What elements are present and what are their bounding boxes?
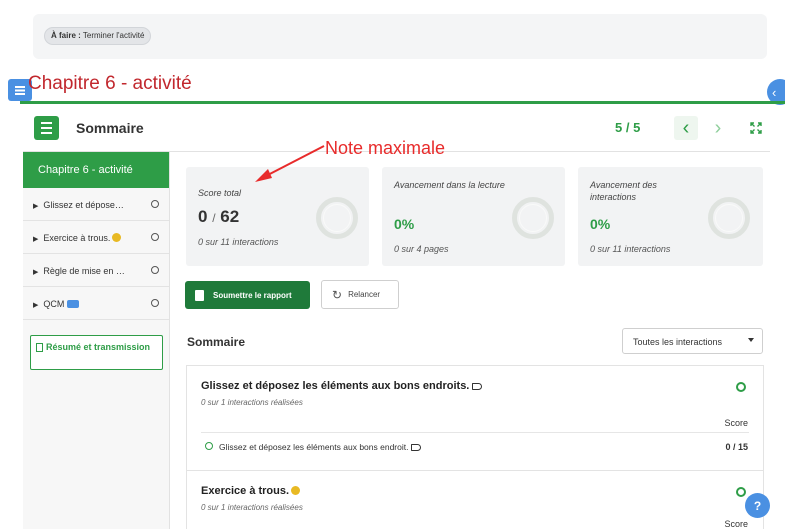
interaction-filter-select[interactable]: Toutes les interactions: [622, 328, 763, 354]
chevron-left-icon: ‹: [772, 84, 777, 100]
caret-right-icon: ▶: [33, 203, 39, 210]
page-counter: 5 / 5: [615, 120, 641, 135]
resume-button[interactable]: Résumé et transmission: [30, 335, 163, 370]
status-circle-icon: [205, 442, 213, 450]
chevron-left-icon: ‹: [682, 116, 690, 139]
document-icon: [36, 343, 43, 352]
menu-button[interactable]: [34, 116, 59, 140]
list-icon: [15, 85, 25, 95]
sidebar-item-label: QCM: [43, 299, 65, 309]
section-title[interactable]: Exercice à trous.: [201, 485, 301, 497]
next-page-button[interactable]: ›: [706, 116, 730, 140]
section-sub: 0 sur 1 interactions réalisées: [201, 503, 303, 512]
sidebar-item-exercice[interactable]: ▶ Exercice à trous.: [23, 221, 169, 254]
score-value: 0 / 62: [198, 207, 240, 226]
speaker-icon: [411, 444, 422, 451]
todo-pill: À faire : Terminer l'activité: [44, 27, 152, 45]
interaction-progress-card: Avancement des interactions 0% 0 sur 11 …: [578, 167, 763, 266]
sidebar-item-regle[interactable]: ▶ Règle de mise en …: [23, 254, 169, 287]
smiley-icon: [112, 233, 122, 242]
sidebar-title[interactable]: Chapitre 6 - activité: [23, 152, 169, 188]
reading-progress-card: Avancement dans la lecture 0% 0 sur 4 pa…: [382, 167, 565, 266]
smiley-icon: [291, 486, 301, 495]
fullscreen-button[interactable]: [744, 116, 768, 140]
status-circle-icon: [151, 200, 159, 208]
progress-donut: [316, 197, 358, 239]
page-title: Chapitre 6 - activité: [28, 73, 192, 94]
caret-right-icon: ▶: [33, 269, 39, 276]
status-circle-icon: [736, 487, 746, 497]
card-sub: 0 sur 11 interactions: [590, 244, 671, 254]
todo-bar: À faire : Terminer l'activité: [33, 14, 767, 59]
sidebar: Chapitre 6 - activité ▶ Glissez et dépose…: [23, 152, 170, 529]
retry-label: Relancer: [348, 290, 381, 299]
sidebar-item-label: Règle de mise en …: [43, 266, 125, 276]
status-circle-icon: [151, 299, 159, 307]
score-header: Score: [724, 418, 748, 428]
submit-report-button[interactable]: Soumettre le rapport: [185, 281, 310, 309]
todo-text: Terminer l'activité: [82, 31, 145, 40]
card-label: Avancement dans la lecture: [394, 180, 505, 190]
speaker-icon: [472, 383, 483, 390]
sidebar-item-qcm[interactable]: ▶ QCM: [23, 287, 169, 320]
card-sub: 0 sur 4 pages: [394, 244, 449, 254]
status-circle-icon: [151, 233, 159, 241]
todo-label: À faire :: [51, 31, 81, 40]
filter-value: Toutes les interactions: [633, 337, 723, 347]
submit-label: Soumettre le rapport: [213, 290, 292, 300]
sidebar-item-label: Exercice à trous.: [43, 233, 111, 243]
divider: [201, 432, 749, 433]
caret-right-icon: ▶: [33, 302, 39, 309]
document-icon: [195, 289, 204, 301]
score-header: Score: [724, 519, 748, 529]
chevron-right-icon: ›: [714, 116, 722, 139]
reading-progress-value: 0%: [394, 216, 415, 232]
section-title[interactable]: Glissez et déposez les éléments aux bons…: [201, 380, 483, 392]
fullscreen-icon: [750, 122, 762, 134]
status-circle-icon: [151, 266, 159, 274]
qcm-badge-icon: [67, 300, 80, 308]
summary-section-exercice: Exercice à trous. 0 sur 1 interactions r…: [186, 470, 764, 529]
resume-label: Résumé et transmission: [46, 342, 151, 352]
progress-donut: [708, 197, 750, 239]
help-button[interactable]: ?: [745, 493, 770, 518]
card-label: Score total: [198, 188, 242, 198]
topbar-title: Sommaire: [76, 120, 144, 136]
row-score: 0 / 15: [725, 442, 748, 452]
annotation-arrow-icon: [255, 145, 325, 182]
card-sub: 0 sur 11 interactions: [198, 237, 279, 247]
status-circle-icon: [736, 382, 746, 392]
summary-title: Sommaire: [187, 335, 246, 349]
caret-right-icon: ▶: [33, 236, 39, 243]
prev-page-button[interactable]: ‹: [674, 116, 698, 140]
redo-icon: ↻: [332, 287, 343, 302]
progress-donut: [512, 197, 554, 239]
annotation-label: Note maximale: [325, 138, 446, 158]
sidebar-item-glissez[interactable]: ▶ Glissez et dépose…: [23, 188, 169, 221]
sidebar-item-label: Glissez et dépose…: [43, 200, 124, 210]
caret-down-icon: [748, 338, 754, 342]
summary-section-glissez: Glissez et déposez les éléments aux bons…: [186, 365, 764, 471]
interaction-row[interactable]: Glissez et déposez les éléments aux bons…: [219, 442, 422, 452]
retry-button[interactable]: ↻ Relancer: [321, 280, 399, 309]
section-sub: 0 sur 1 interactions réalisées: [201, 398, 303, 407]
card-label: Avancement des interactions: [590, 180, 657, 202]
interaction-progress-value: 0%: [590, 216, 611, 232]
